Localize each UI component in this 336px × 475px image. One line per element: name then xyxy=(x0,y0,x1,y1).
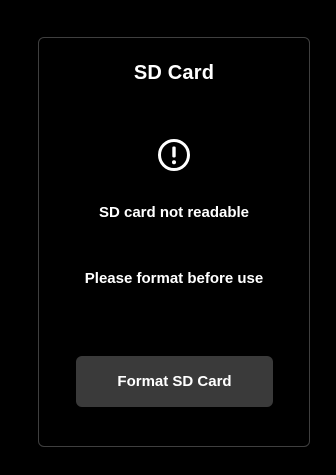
format-sd-card-button[interactable]: Format SD Card xyxy=(76,356,273,407)
instruction-message: Please format before use xyxy=(84,270,264,287)
alert-circle-icon xyxy=(157,138,191,172)
sd-card-dialog: SD Card SD card not readable Please form… xyxy=(38,37,310,447)
screen: SD Card SD card not readable Please form… xyxy=(0,0,336,475)
dialog-title: SD Card xyxy=(133,62,215,84)
error-message: SD card not readable xyxy=(98,204,250,221)
